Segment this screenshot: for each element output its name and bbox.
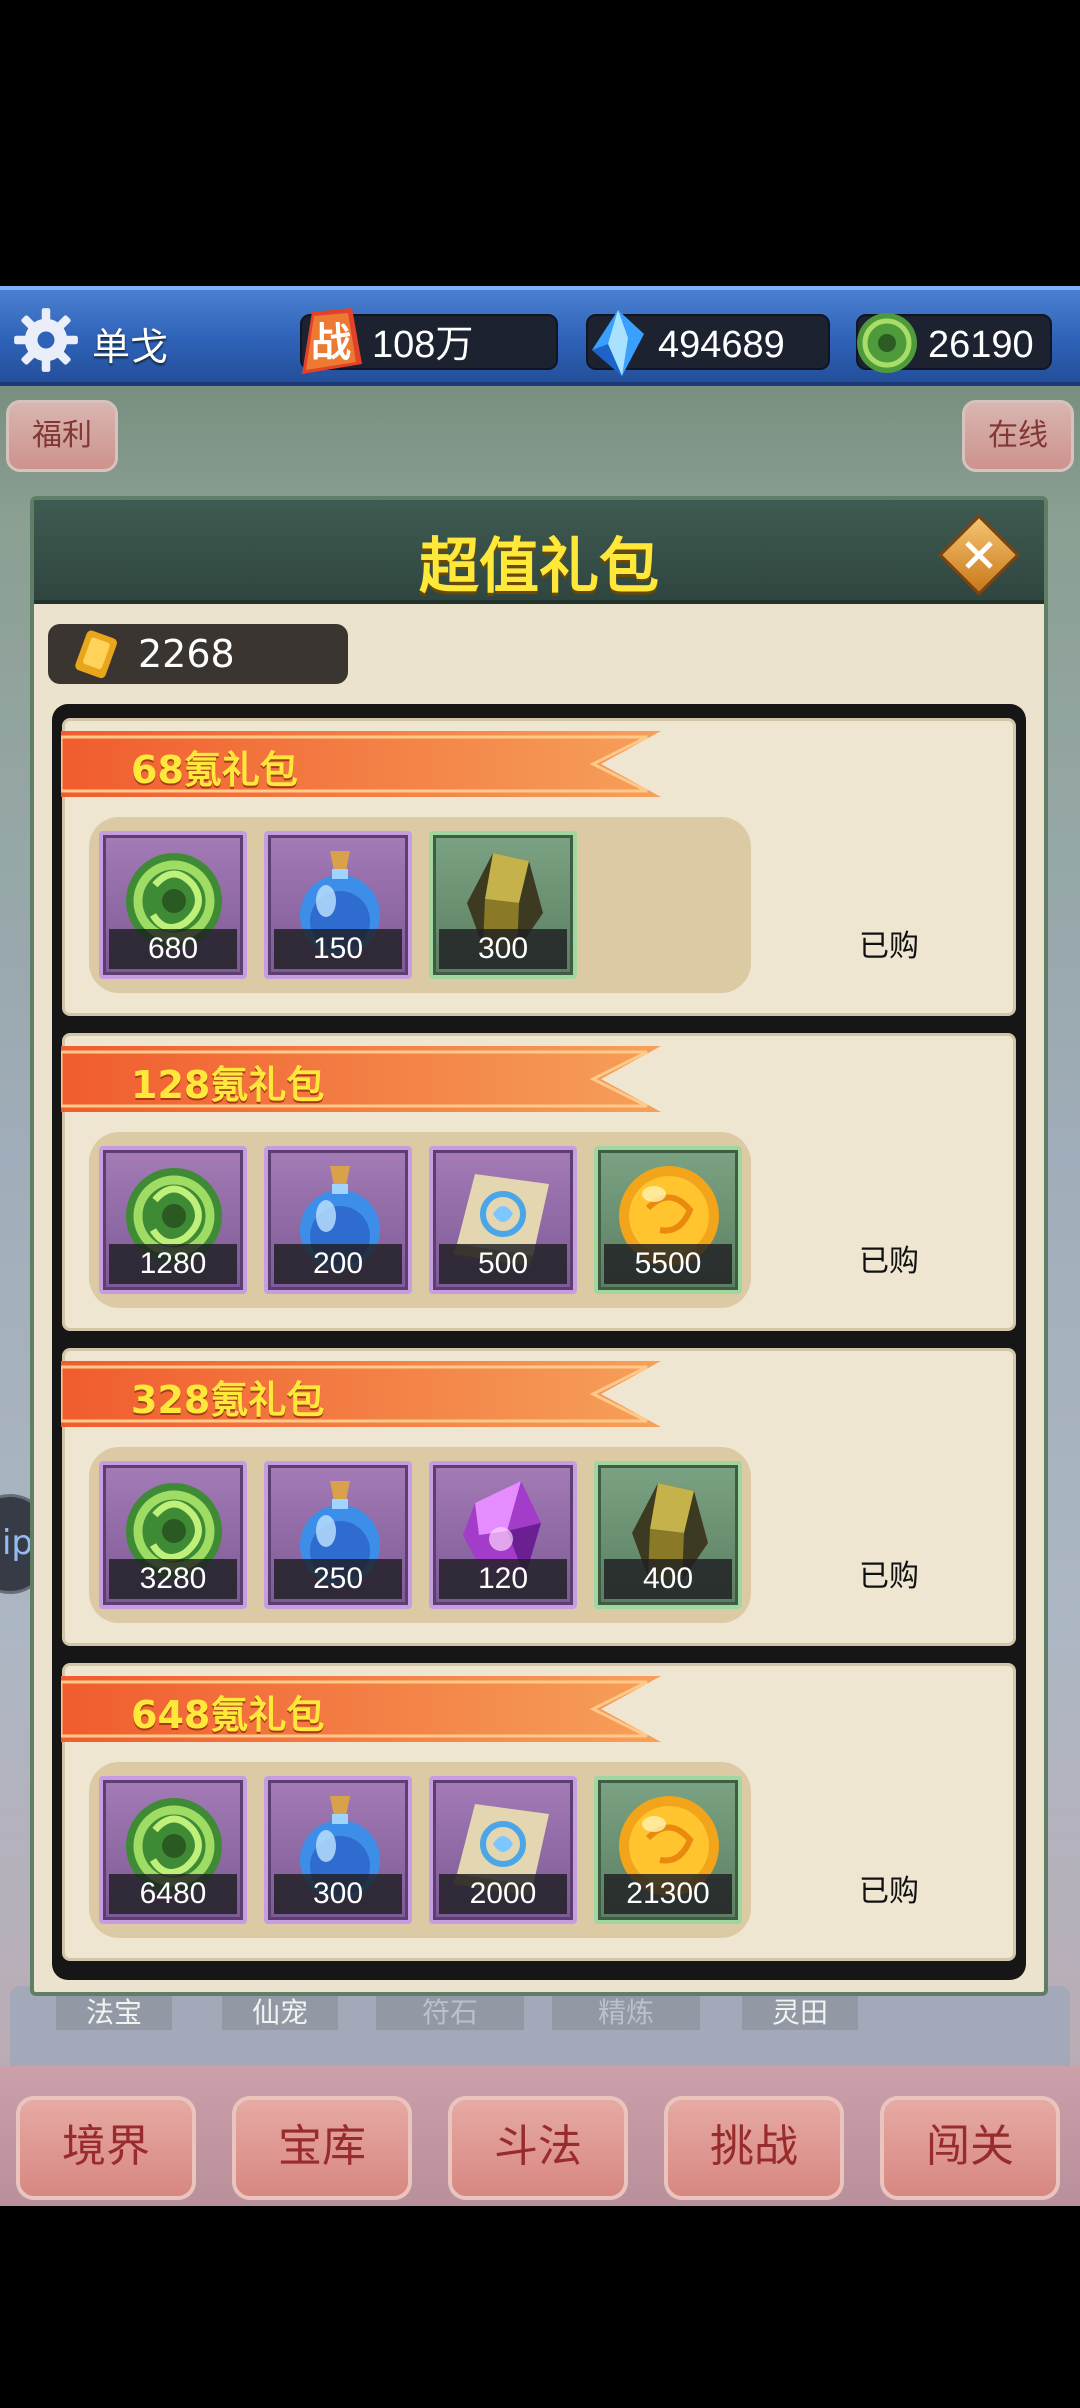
reward-quantity: 5500 <box>604 1244 732 1284</box>
game-screen: 单戈 战 108万 494689 26190 福利 在线 ip 法宝 仙宠 符石… <box>0 286 1080 2206</box>
reward-item[interactable]: 200 <box>264 1146 412 1294</box>
resource-bar: 单戈 战 108万 494689 26190 <box>0 286 1080 386</box>
reward-item[interactable]: 150 <box>264 831 412 979</box>
gift-pack-card[interactable]: 68氪礼包 680 150 300 已购 <box>61 718 1016 1016</box>
purchased-status: 已购 <box>859 1244 919 1279</box>
reward-tray: 1280 200 500 5500 <box>89 1132 751 1308</box>
pack-name: 328氪礼包 <box>131 1378 325 1422</box>
gift-pack-card[interactable]: 648氪礼包 6480 300 2000 21300 已购 <box>61 1663 1016 1961</box>
reward-quantity: 400 <box>604 1559 732 1599</box>
reward-item[interactable]: 120 <box>429 1461 577 1609</box>
gift-pack-card[interactable]: 128氪礼包 1280 200 500 5500 已购 <box>61 1033 1016 1331</box>
diamond-display: 494689 <box>586 310 830 376</box>
purchased-status: 已购 <box>859 1874 919 1909</box>
reward-item[interactable]: 5500 <box>594 1146 742 1294</box>
reward-item[interactable]: 1280 <box>99 1146 247 1294</box>
reward-quantity: 1280 <box>109 1244 237 1284</box>
reward-item[interactable]: 2000 <box>429 1776 577 1924</box>
modal-header: 超值礼包 <box>34 500 1044 604</box>
gift-pack-modal: 超值礼包 2268 68氪礼包 680 150 300 已购 128氪礼包 1280 200 5… <box>30 496 1048 1996</box>
reward-item[interactable]: 3280 <box>99 1461 247 1609</box>
reward-quantity: 500 <box>439 1244 567 1284</box>
diamond-value: 494689 <box>658 324 785 366</box>
currency-value: 2268 <box>138 632 235 676</box>
reward-item[interactable]: 6480 <box>99 1776 247 1924</box>
gold-ticket-icon <box>75 630 117 679</box>
reward-quantity: 300 <box>439 929 567 969</box>
combat-power-value: 108万 <box>372 324 474 366</box>
battle-power-glyph: 战 <box>311 320 351 366</box>
pack-list[interactable]: 68氪礼包 680 150 300 已购 128氪礼包 1280 200 500 5500 已购 32… <box>52 704 1026 1980</box>
reward-item[interactable]: 21300 <box>594 1776 742 1924</box>
reward-item[interactable]: 250 <box>264 1461 412 1609</box>
reward-quantity: 250 <box>274 1559 402 1599</box>
reward-quantity: 3280 <box>109 1559 237 1599</box>
reward-quantity: 150 <box>274 929 402 969</box>
battle-power-icon: 战 <box>302 308 362 374</box>
settings-gear-icon[interactable] <box>12 306 80 374</box>
reward-quantity: 680 <box>109 929 237 969</box>
modal-title: 超值礼包 <box>419 532 659 602</box>
purchased-status: 已购 <box>859 929 919 964</box>
reward-quantity: 200 <box>274 1244 402 1284</box>
reward-item[interactable]: 500 <box>429 1146 577 1294</box>
gift-pack-card[interactable]: 328氪礼包 3280 250 120 400 已购 <box>61 1348 1016 1646</box>
reward-item[interactable]: 400 <box>594 1461 742 1609</box>
jade-value: 26190 <box>928 324 1034 366</box>
purchased-status: 已购 <box>859 1559 919 1594</box>
blue-crystal-icon <box>592 310 644 376</box>
reward-tray: 6480 300 2000 21300 <box>89 1762 751 1938</box>
reward-tray: 680 150 300 <box>89 817 751 993</box>
reward-quantity: 21300 <box>604 1874 732 1914</box>
reward-item[interactable]: 300 <box>429 831 577 979</box>
reward-tray: 3280 250 120 400 <box>89 1447 751 1623</box>
player-name: 单戈 <box>92 325 169 369</box>
currency-display: 2268 <box>48 624 348 684</box>
reward-item[interactable]: 680 <box>99 831 247 979</box>
reward-quantity: 6480 <box>109 1874 237 1914</box>
pack-name: 128氪礼包 <box>131 1063 325 1107</box>
pack-name: 648氪礼包 <box>131 1693 325 1737</box>
jade-display: 26190 <box>856 313 1052 373</box>
combat-power-display: 战 108万 <box>300 308 558 374</box>
pack-name: 68氪礼包 <box>131 748 298 792</box>
reward-quantity: 300 <box>274 1874 402 1914</box>
reward-item[interactable]: 300 <box>264 1776 412 1924</box>
reward-quantity: 120 <box>439 1559 567 1599</box>
reward-quantity: 2000 <box>439 1874 567 1914</box>
jade-coin-icon <box>857 313 917 373</box>
